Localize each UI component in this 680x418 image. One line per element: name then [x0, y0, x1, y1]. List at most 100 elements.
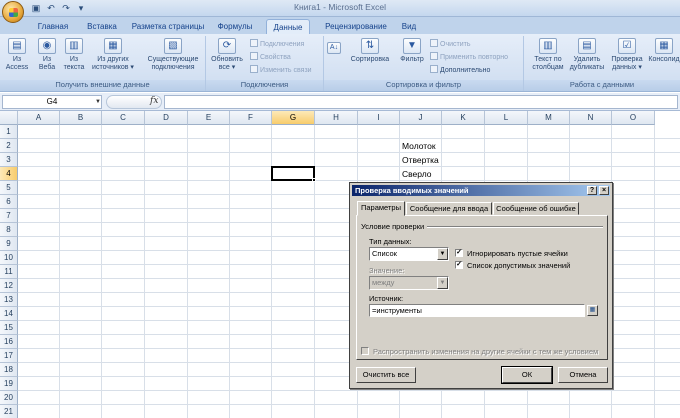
title-bar: ▣ ↶ ↷ ▾ Книга1 - Microsoft Excel [0, 0, 680, 23]
tab-settings[interactable]: Параметры [357, 201, 405, 216]
row-header-19[interactable]: 19 [0, 377, 18, 391]
cell-J3[interactable]: Отвертка [400, 153, 439, 167]
column-header-I[interactable]: I [358, 111, 400, 125]
row-header-5[interactable]: 5 [0, 181, 18, 195]
source-label: Источник: [369, 294, 404, 303]
clear-filter-button[interactable]: Очистить [430, 39, 470, 50]
column-header-C[interactable]: C [102, 111, 145, 125]
column-header-D[interactable]: D [145, 111, 188, 125]
row-header-3[interactable]: 3 [0, 153, 18, 167]
reapply-button[interactable]: Применить повторно [430, 52, 508, 63]
close-icon[interactable]: × [599, 186, 609, 195]
row-header-21[interactable]: 21 [0, 405, 18, 418]
from-other-sources-button[interactable]: ▦ Из других источников ▾ [88, 38, 138, 72]
sort-az-icon: А↓ [327, 42, 341, 54]
row-header-12[interactable]: 12 [0, 279, 18, 293]
tab-view[interactable]: Вид [396, 19, 422, 34]
tab-error-alert[interactable]: Сообщение об ошибке [493, 202, 579, 215]
office-button[interactable] [2, 1, 24, 23]
select-all-corner[interactable] [0, 111, 18, 125]
column-header-M[interactable]: M [528, 111, 570, 125]
tab-review[interactable]: Рецензирование [316, 19, 396, 34]
active-cell-outline[interactable] [271, 166, 315, 181]
row-header-7[interactable]: 7 [0, 209, 18, 223]
row-header-15[interactable]: 15 [0, 321, 18, 335]
from-access-button[interactable]: ▤ Из Access [2, 38, 32, 72]
source-input[interactable]: =инструменты [369, 304, 585, 317]
column-header-E[interactable]: E [188, 111, 230, 125]
row-gridline [18, 390, 680, 391]
data-type-select[interactable]: Список ▼ [369, 247, 449, 261]
insert-function-icon[interactable]: fx [150, 96, 158, 106]
row-header-9[interactable]: 9 [0, 237, 18, 251]
row-header-18[interactable]: 18 [0, 363, 18, 377]
tab-insert[interactable]: Вставка [80, 19, 124, 34]
column-gridline [654, 125, 655, 418]
ignore-blank-checkbox[interactable]: ✓ [455, 249, 463, 257]
row-header-17[interactable]: 17 [0, 349, 18, 363]
row-header-8[interactable]: 8 [0, 223, 18, 237]
sort-az-button[interactable]: А↓ [326, 42, 342, 56]
connections-button[interactable]: Подключения [250, 39, 304, 50]
tab-data[interactable]: Данные [266, 19, 310, 34]
filter-button[interactable]: ▼ Фильтр [396, 38, 428, 64]
range-picker-icon[interactable]: ▦ [587, 305, 598, 316]
sort-button[interactable]: ⇅ Сортировка [344, 38, 396, 64]
from-web-button[interactable]: ◉ Из Веба [34, 38, 60, 72]
column-header-O[interactable]: O [612, 111, 655, 125]
row-header-13[interactable]: 13 [0, 293, 18, 307]
row-header-2[interactable]: 2 [0, 139, 18, 153]
clear-all-button[interactable]: Очистить все [356, 367, 416, 383]
from-text-button[interactable]: ▥ Из текста [61, 38, 87, 72]
consolidate-button[interactable]: ▦ Консолид [648, 38, 680, 64]
data-validation-button[interactable]: ☑ Проверка данных ▾ [608, 38, 646, 72]
tab-input-message[interactable]: Сообщение для ввода [406, 202, 492, 215]
edit-links-button[interactable]: Изменить связи [250, 65, 312, 76]
column-header-F[interactable]: F [230, 111, 272, 125]
column-header-K[interactable]: K [442, 111, 485, 125]
column-header-H[interactable]: H [315, 111, 358, 125]
properties-button[interactable]: Свойства [250, 52, 291, 63]
text-file-icon: ▥ [65, 38, 83, 54]
chevron-down-icon[interactable]: ▼ [95, 99, 101, 105]
fill-handle[interactable] [312, 178, 316, 182]
column-header-B[interactable]: B [60, 111, 102, 125]
row-header-11[interactable]: 11 [0, 265, 18, 279]
row-header-4[interactable]: 4 [0, 167, 18, 181]
cell-J4[interactable]: Сверло [400, 167, 432, 181]
formula-input[interactable] [164, 95, 678, 109]
advanced-filter-button[interactable]: Дополнительно [430, 65, 490, 76]
refresh-all-button[interactable]: ⟳ Обновить все ▾ [208, 38, 246, 72]
column-header-J[interactable]: J [400, 111, 442, 125]
column-gridline [59, 125, 60, 418]
ok-button[interactable]: ОК [501, 366, 553, 384]
row-header-10[interactable]: 10 [0, 251, 18, 265]
cancel-button[interactable]: Отмена [558, 367, 608, 383]
row-header-16[interactable]: 16 [0, 335, 18, 349]
row-header-20[interactable]: 20 [0, 391, 18, 405]
help-icon[interactable]: ? [587, 186, 597, 195]
text-to-columns-icon: ▥ [539, 38, 557, 54]
cell-J2[interactable]: Молоток [400, 139, 436, 153]
column-header-N[interactable]: N [570, 111, 612, 125]
column-header-L[interactable]: L [485, 111, 528, 125]
edit-links-icon [250, 65, 258, 73]
row-header-14[interactable]: 14 [0, 307, 18, 321]
column-header-G[interactable]: G [272, 111, 315, 125]
row-gridline [18, 138, 680, 139]
name-box[interactable]: G4 [2, 95, 102, 109]
existing-connections-button[interactable]: ▧ Существующие подключения [144, 38, 202, 72]
advanced-icon [430, 65, 438, 73]
text-to-columns-button[interactable]: ▥ Текст по столбцам [530, 38, 566, 72]
reapply-icon [430, 52, 438, 60]
column-header-A[interactable]: A [18, 111, 60, 125]
tab-formulas[interactable]: Формулы [212, 19, 258, 34]
remove-duplicates-button[interactable]: ▤ Удалить дубликаты [568, 38, 606, 72]
tab-home[interactable]: Главная [28, 19, 78, 34]
row-header-6[interactable]: 6 [0, 195, 18, 209]
consolidate-icon: ▦ [655, 38, 673, 54]
tab-page-layout[interactable]: Разметка страницы [127, 19, 209, 34]
row-header-1[interactable]: 1 [0, 125, 18, 139]
in-cell-dropdown-checkbox[interactable]: ✓ [455, 261, 463, 269]
chevron-down-icon[interactable]: ▼ [437, 248, 448, 260]
